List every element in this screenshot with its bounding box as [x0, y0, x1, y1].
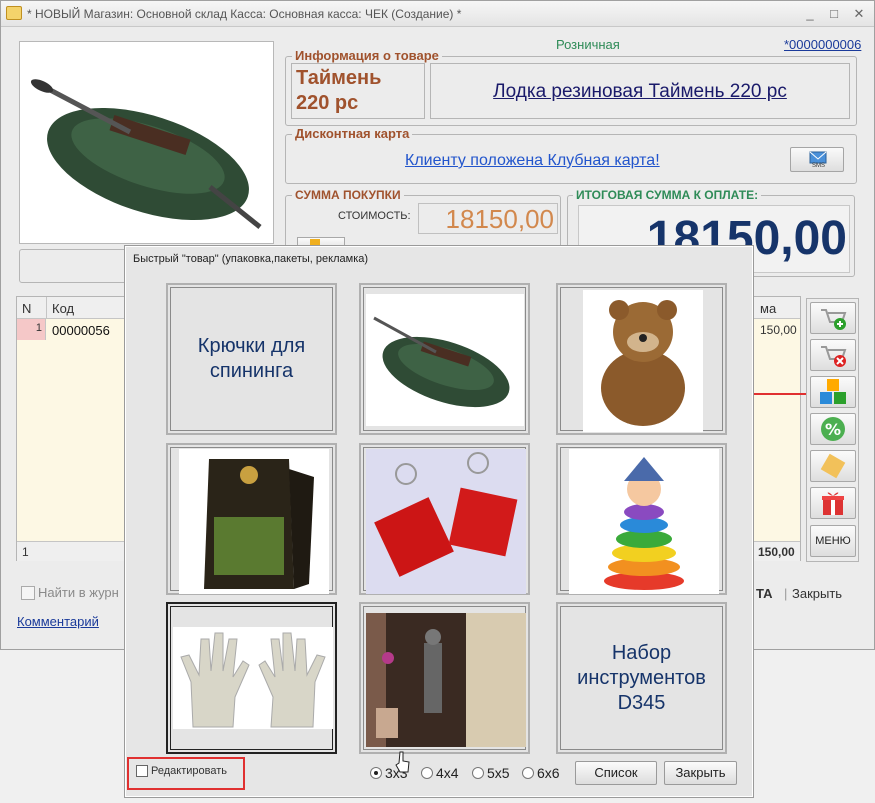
comment-link[interactable]: Комментарий	[17, 614, 99, 629]
total-legend: ИТОГОВАЯ СУММА К ОПЛАТЕ:	[573, 188, 762, 202]
ta-button-partial[interactable]: ТА	[756, 586, 773, 601]
edit-label: Редактировать	[151, 765, 227, 777]
sms-label: SMS	[812, 163, 826, 169]
quick-goods-button[interactable]	[810, 376, 856, 408]
footer-count: 1	[22, 545, 29, 559]
photo-caption-field	[19, 249, 127, 283]
dialog-close-button[interactable]: Закрыть	[664, 761, 737, 785]
coupon-icon	[820, 453, 846, 479]
col-code-header: Код	[52, 301, 75, 316]
tile-pyramid[interactable]	[556, 443, 727, 595]
footer-sum: 150,00	[758, 545, 795, 559]
tile-coffee[interactable]	[166, 443, 337, 595]
window-title: * НОВЫЙ Магазин: Основной склад Касса: О…	[27, 7, 462, 21]
product-full-name[interactable]: Лодка резиновая Таймень 220 рс	[430, 63, 850, 119]
blocks-icon	[820, 379, 846, 404]
tile-knight[interactable]	[359, 602, 530, 754]
edit-checkbox[interactable]: Редактировать	[136, 765, 227, 777]
receipt-number-link[interactable]: *0000000006	[784, 37, 861, 52]
checkbox-box[interactable]	[136, 765, 148, 777]
boat-image	[30, 79, 262, 229]
maximize-button[interactable]: □	[825, 5, 843, 23]
tile-gloves[interactable]	[166, 602, 337, 754]
menu-label: МЕНЮ	[815, 535, 851, 547]
discount-card-legend: Дисконтная карта	[292, 126, 413, 141]
svg-text:%: %	[825, 420, 841, 439]
tile-tools-set-text: Набор инструментов D345	[560, 606, 723, 750]
list-button[interactable]: Список	[575, 761, 657, 785]
tile-tools-set[interactable]: Набор инструментов D345	[556, 602, 727, 754]
club-card-link[interactable]: Клиенту положена Клубная карта!	[405, 152, 660, 170]
grid-option-6x6[interactable]: 6x6	[522, 765, 560, 781]
table-row[interactable]: 1	[17, 319, 46, 340]
title-bar: * НОВЫЙ Магазин: Основной склад Касса: О…	[1, 1, 874, 27]
find-in-journal-link[interactable]: Найти в журн	[21, 585, 119, 600]
price-type: Розничная	[556, 37, 620, 52]
product-info-legend: Информация о товаре	[292, 48, 442, 63]
bear-toy-image	[583, 290, 703, 432]
add-item-button[interactable]	[810, 302, 856, 334]
table-footer: 1	[17, 541, 125, 561]
tile-hooks-text: Крючки для спининга	[170, 287, 333, 431]
pyramid-toy-image	[569, 449, 719, 594]
tile-hooks[interactable]: Крючки для спининга	[166, 283, 337, 435]
row-code[interactable]: 00000056	[52, 323, 110, 338]
items-table: N Код 1 00000056 1	[16, 296, 126, 561]
envelope-icon	[809, 151, 827, 164]
close-link[interactable]: Закрыть	[792, 586, 842, 601]
cost-label: СТОИМОСТЬ:	[338, 210, 411, 222]
boat-image	[366, 294, 524, 426]
purchase-sum-legend: СУММА ПОКУПКИ	[292, 188, 404, 202]
coffee-pack-image	[179, 449, 329, 594]
dialog-title: Быстрый "товар" (упаковка,пакеты, реклам…	[133, 253, 369, 265]
tile-earrings[interactable]	[359, 443, 530, 595]
discount-percent-button[interactable]: %	[810, 413, 856, 445]
quick-goods-dialog: Быстрый "товар" (упаковка,пакеты, реклам…	[124, 245, 754, 798]
cart-remove-icon	[821, 346, 847, 367]
menu-button[interactable]: МЕНЮ	[810, 525, 856, 557]
remove-item-button[interactable]	[810, 339, 856, 371]
earrings-image	[366, 449, 526, 594]
row-number: 1	[35, 322, 42, 334]
coupon-button[interactable]	[810, 450, 856, 482]
product-short-name: Таймень 220 рс	[291, 63, 425, 119]
grid-option-4x4[interactable]: 4x4	[421, 765, 459, 781]
col-sum-header: ма	[760, 301, 777, 316]
cart-add-icon	[821, 309, 847, 330]
cost-value: 18150,00	[418, 203, 558, 234]
gift-icon	[822, 492, 844, 515]
row-sum: 150,00	[760, 323, 797, 337]
percent-icon: %	[821, 417, 845, 441]
find-label: Найти в журн	[38, 585, 119, 600]
side-toolbar: % МЕНЮ	[806, 298, 859, 562]
product-photo	[19, 41, 274, 244]
gloves-image	[173, 627, 333, 729]
table-header: N Код	[17, 297, 125, 319]
tile-bear[interactable]	[556, 283, 727, 435]
mouse-cursor-icon	[395, 751, 410, 773]
tile-boat[interactable]	[359, 283, 530, 435]
send-sms-button[interactable]: SMS	[790, 147, 844, 172]
items-table-sum-column: ма 150,00 150,00	[753, 296, 801, 561]
knight-statue-image	[366, 613, 526, 747]
gift-button[interactable]	[810, 487, 856, 519]
journal-icon	[21, 585, 35, 600]
minimize-button[interactable]: _	[801, 5, 819, 23]
grid-option-5x5[interactable]: 5x5	[472, 765, 510, 781]
close-window-button[interactable]: ✕	[850, 5, 868, 23]
app-icon	[6, 6, 22, 20]
col-n-header: N	[22, 301, 32, 316]
